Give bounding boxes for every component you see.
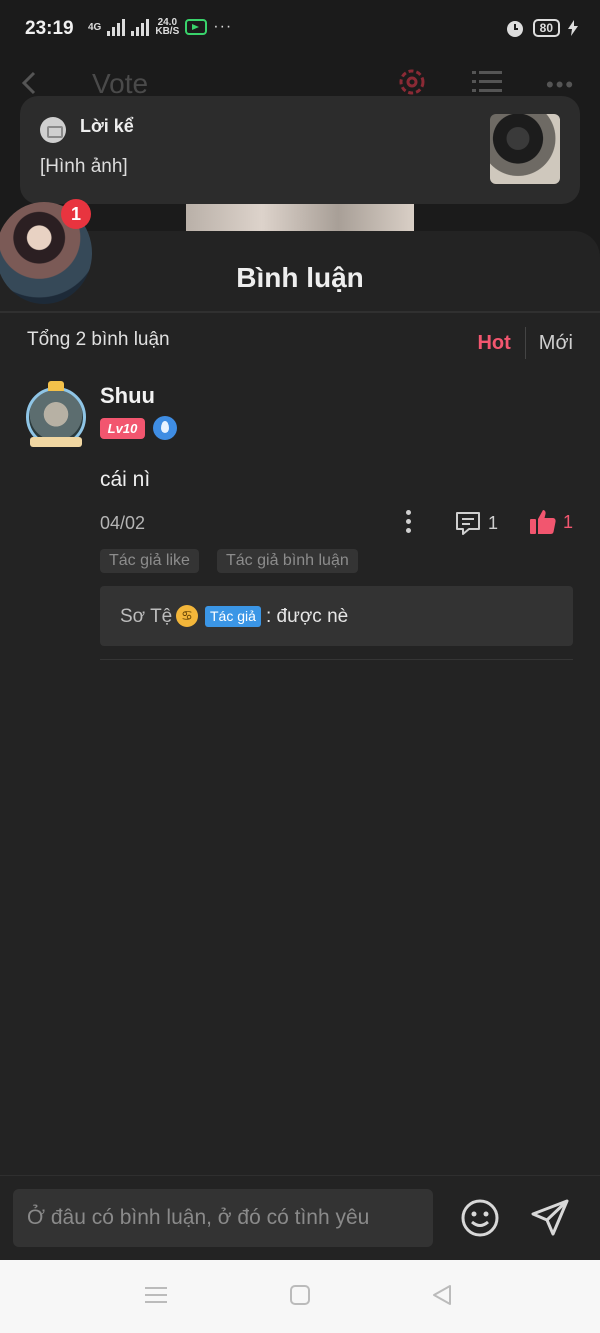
app-notification-icon	[185, 19, 208, 35]
network-speed-unit: KB/S	[155, 26, 180, 37]
network-speed: 24.0 KB/S	[155, 18, 180, 37]
floating-avatar-badge: 1	[61, 199, 91, 229]
notification-thumbnail	[490, 114, 560, 184]
comment-total: Tổng 2 bình luận	[27, 329, 170, 350]
background-image	[186, 204, 414, 232]
comments-sheet: Bình luận Tổng 2 bình luận Hot Mới Shuu …	[0, 231, 600, 1175]
like-count: 1	[563, 511, 574, 532]
like-button[interactable]: 1	[529, 508, 573, 536]
status-bar: 23:19 4G 24.0 KB/S ··· 80	[0, 0, 600, 60]
sort-new-tab[interactable]: Mới	[526, 332, 573, 355]
comment-input[interactable]: Ở đâu có bình luận, ở đó có tình yêu	[13, 1189, 433, 1247]
divider	[0, 311, 600, 313]
battery-icon: 80	[532, 19, 560, 37]
send-icon[interactable]	[530, 1198, 570, 1238]
more-status-indicator: ···	[213, 18, 233, 35]
sort-hot-tab[interactable]: Hot	[477, 332, 524, 355]
author-badge: Tác giả	[205, 606, 261, 627]
comment-icon	[456, 512, 480, 535]
notification-card[interactable]: Lời kể [Hình ảnh]	[20, 96, 580, 204]
author-like-tag: Tác giả like	[100, 549, 199, 573]
signal-icon	[131, 18, 150, 36]
reply-count: 1	[488, 512, 499, 533]
comment-text: cái nì	[100, 468, 151, 491]
gem-icon	[153, 416, 177, 440]
menu-icon[interactable]	[145, 1284, 167, 1306]
system-nav-bar	[0, 1260, 600, 1333]
charging-icon	[568, 20, 578, 36]
reply-button[interactable]: 1	[455, 510, 498, 536]
comment-date: 04/02	[100, 513, 146, 533]
cancer-zodiac-icon: ♋	[176, 605, 198, 627]
more-icon[interactable]: •••	[546, 72, 575, 98]
signal-icon	[107, 18, 126, 36]
reply-username: Sơ Tệ	[120, 606, 173, 627]
list-icon[interactable]	[472, 68, 502, 96]
notification-app-name: Lời kể	[80, 116, 134, 136]
home-icon[interactable]	[289, 1284, 311, 1306]
status-left-icons: 4G 24.0 KB/S ···	[88, 18, 233, 37]
notification-body: [Hình ảnh]	[40, 156, 128, 177]
crown-icon	[48, 381, 64, 391]
thumbs-up-icon	[530, 510, 556, 534]
gear-icon[interactable]	[396, 66, 428, 98]
sort-tabs: Hot Mới	[477, 327, 573, 359]
network-label: 4G	[88, 21, 102, 33]
comment-username[interactable]: Shuu	[100, 383, 155, 409]
author-comment-tag: Tác giả bình luận	[217, 549, 358, 573]
level-badge: Lv10	[100, 418, 145, 439]
alarm-icon	[506, 21, 523, 37]
back-arrow-icon[interactable]	[16, 68, 46, 98]
message-app-icon	[40, 117, 66, 143]
back-icon[interactable]	[431, 1284, 453, 1306]
more-options-icon[interactable]	[404, 510, 412, 536]
comment-input-bar: Ở đâu có bình luận, ở đó có tình yêu	[0, 1175, 600, 1260]
reply-preview[interactable]: Sơ Tệ ♋ Tác giả : được nè	[100, 586, 573, 646]
reply-text: : được nè	[266, 606, 349, 627]
emoji-icon[interactable]	[460, 1198, 500, 1238]
avatar-frame-ribbon	[30, 437, 82, 447]
status-right-icons: 80	[505, 18, 578, 38]
avatar[interactable]	[24, 381, 88, 451]
status-time: 23:19	[25, 18, 74, 39]
divider	[100, 659, 573, 660]
